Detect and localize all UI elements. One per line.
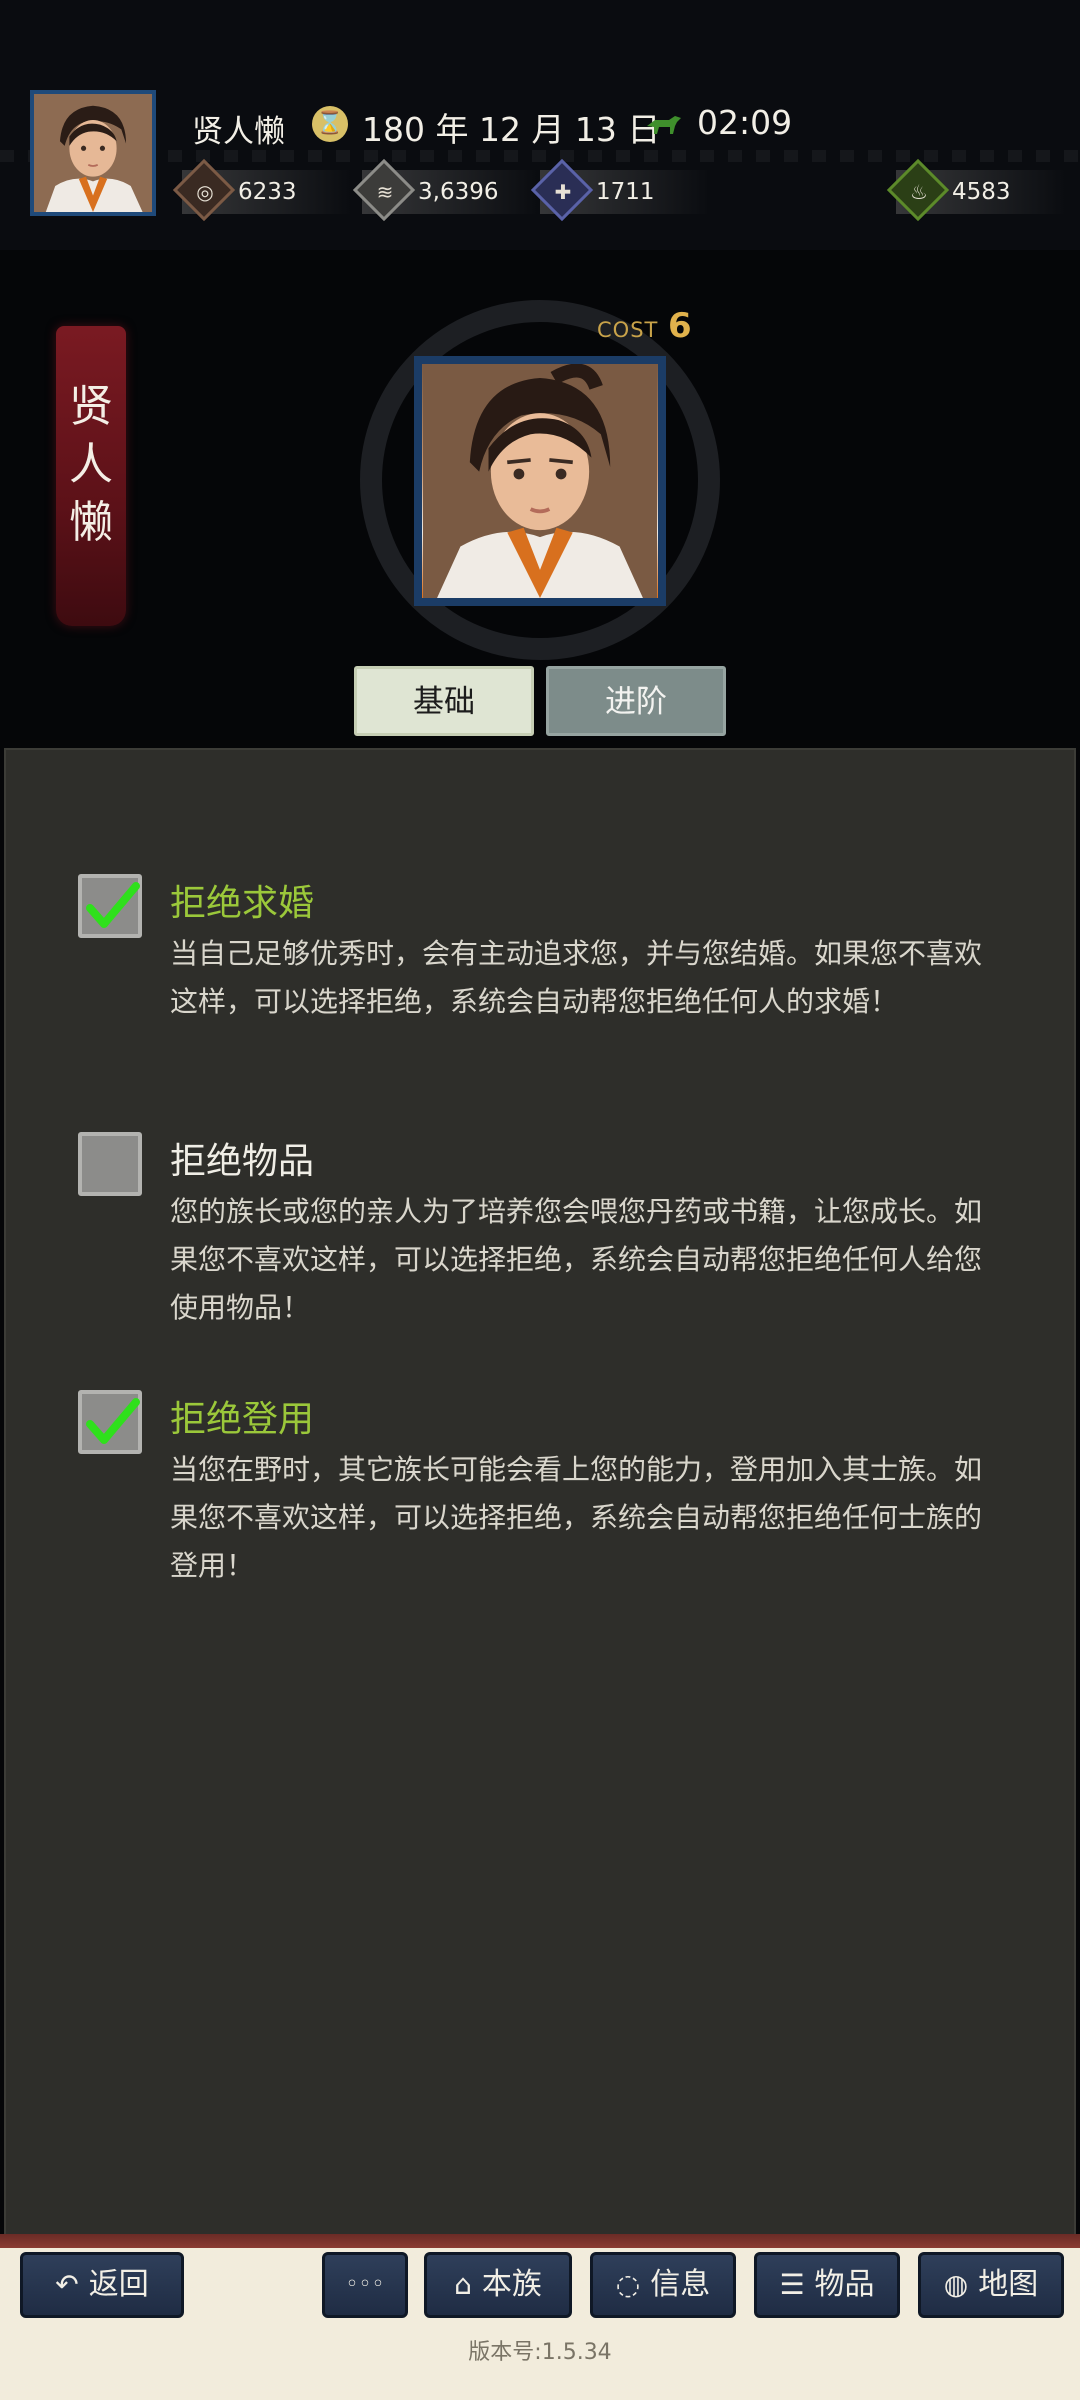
chat-icon: ◌ bbox=[615, 2268, 641, 2301]
tab-basic-label: 基础 bbox=[413, 684, 475, 720]
option-description: 当自己足够优秀时，会有主动追求您，并与您结婚。如果您不喜欢这样，可以选择拒绝，系… bbox=[170, 937, 983, 1018]
version-label: 版本号:1.5.34 bbox=[468, 2340, 612, 2365]
player-avatar[interactable] bbox=[30, 90, 156, 216]
soldier-glyph: ✚ bbox=[554, 180, 572, 204]
option-title: 拒绝登用 bbox=[170, 1399, 315, 1440]
tab-advanced[interactable]: 进阶 bbox=[546, 666, 726, 736]
resource-bag[interactable]: ♨ 4583 bbox=[886, 158, 1066, 222]
items-icon: ☰ bbox=[779, 2268, 805, 2301]
hero-portrait[interactable] bbox=[414, 356, 666, 606]
more-icon: ◦◦◦ bbox=[345, 2272, 385, 2297]
game-time: 02:09 bbox=[697, 103, 793, 142]
cost-label: COST bbox=[597, 318, 659, 342]
more-button[interactable]: ◦◦◦ bbox=[322, 2252, 408, 2318]
back-label: 返回 bbox=[88, 2267, 149, 2302]
cost-value: 6 bbox=[668, 306, 692, 346]
resource-soldier[interactable]: ✚ 1711 bbox=[530, 158, 710, 222]
refuse-marriage-checkbox[interactable] bbox=[78, 874, 142, 938]
horse-icon bbox=[647, 116, 681, 134]
clan-label: 本族 bbox=[481, 2267, 542, 2302]
settings-panel: 拒绝求婚 当自己足够优秀时，会有主动追求您，并与您结婚。如果您不喜欢这样，可以选… bbox=[4, 748, 1076, 2238]
top-header: 贤人懒 ⌛ 180 年 12 月 13 日 02:09 ◎ 6233 ≋ 3,6… bbox=[0, 0, 1080, 250]
bottom-nav-bar: ↶ 返回 ◦◦◦ ⌂ 本族 ◌ 信息 ☰ 物品 ◍ 地图 版本号:1.5.34 bbox=[0, 2234, 1080, 2400]
items-label: 物品 bbox=[814, 2267, 875, 2302]
bag-glyph: ♨ bbox=[910, 180, 928, 204]
info-label: 信息 bbox=[650, 2267, 711, 2302]
refuse-recruit-checkbox[interactable] bbox=[78, 1390, 142, 1454]
resource-value: 4583 bbox=[952, 179, 1011, 205]
resource-grain[interactable]: ≋ 3,6396 bbox=[352, 158, 538, 222]
back-arrow-icon: ↶ bbox=[55, 2268, 79, 2301]
resource-value: 6233 bbox=[238, 179, 297, 205]
option-description: 当您在野时，其它族长可能会看上您的能力，登用加入其士族。如果您不喜欢这样，可以选… bbox=[170, 1453, 983, 1582]
calendar-icon: ⌛ bbox=[312, 106, 348, 142]
option-title: 拒绝物品 bbox=[170, 1141, 315, 1182]
items-button[interactable]: ☰ 物品 bbox=[754, 2252, 900, 2318]
tab-advanced-label: 进阶 bbox=[605, 684, 667, 720]
name-banner: 贤人懒 bbox=[56, 326, 126, 626]
option-title: 拒绝求婚 bbox=[170, 883, 315, 924]
back-button[interactable]: ↶ 返回 bbox=[20, 2252, 184, 2318]
clan-icon: ⌂ bbox=[454, 2268, 472, 2301]
map-button[interactable]: ◍ 地图 bbox=[918, 2252, 1064, 2318]
check-icon bbox=[86, 1398, 140, 1444]
game-date: 180 年 12 月 13 日 bbox=[362, 110, 661, 149]
banner-name: 贤人懒 bbox=[69, 381, 113, 548]
resource-value: 3,6396 bbox=[418, 179, 499, 205]
player-name: 贤人懒 bbox=[192, 114, 285, 150]
coin-glyph: ◎ bbox=[196, 180, 214, 204]
refuse-items-checkbox[interactable] bbox=[78, 1132, 142, 1196]
info-button[interactable]: ◌ 信息 bbox=[590, 2252, 736, 2318]
grain-glyph: ≋ bbox=[376, 180, 394, 204]
option-description: 您的族长或您的亲人为了培养您会喂您丹药或书籍，让您成长。如果您不喜欢这样，可以选… bbox=[170, 1195, 983, 1324]
clan-button[interactable]: ⌂ 本族 bbox=[424, 2252, 572, 2318]
check-icon bbox=[86, 882, 140, 928]
map-label: 地图 bbox=[978, 2267, 1039, 2302]
bottom-edge-decoration bbox=[0, 2234, 1080, 2248]
portrait-image bbox=[423, 364, 657, 598]
tab-basic[interactable]: 基础 bbox=[354, 666, 534, 736]
resource-coin[interactable]: ◎ 6233 bbox=[172, 158, 352, 222]
portrait-image bbox=[34, 94, 152, 212]
resource-value: 1711 bbox=[596, 179, 655, 205]
globe-icon: ◍ bbox=[943, 2268, 969, 2301]
